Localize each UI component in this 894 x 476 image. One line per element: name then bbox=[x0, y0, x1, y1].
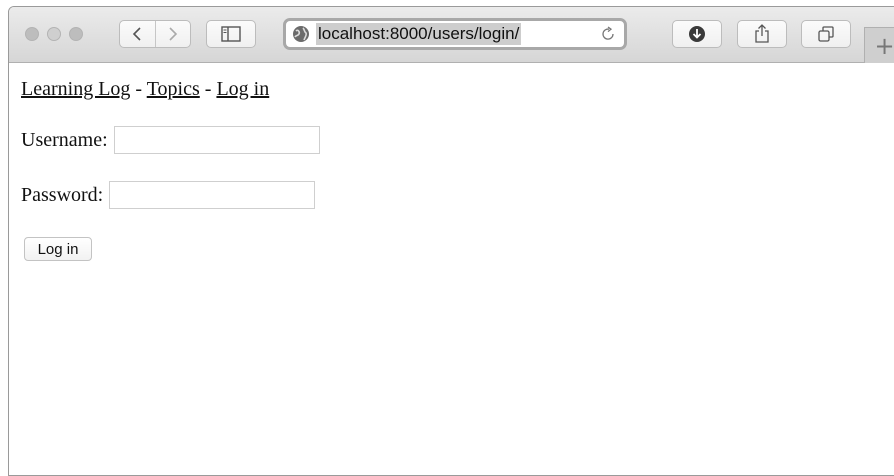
share-button[interactable] bbox=[737, 20, 787, 48]
url-text[interactable]: localhost:8000/users/login/ bbox=[316, 23, 522, 45]
username-row: Username: bbox=[21, 126, 320, 154]
show-tabs-button[interactable] bbox=[801, 20, 851, 48]
downloads-button[interactable] bbox=[672, 20, 722, 48]
username-label: Username: bbox=[21, 128, 108, 151]
minimize-window-button[interactable] bbox=[47, 27, 61, 41]
password-label: Password: bbox=[21, 183, 104, 206]
address-bar[interactable]: localhost:8000/users/login/ bbox=[283, 18, 627, 50]
globe-icon bbox=[293, 26, 309, 42]
close-window-button[interactable] bbox=[25, 27, 39, 41]
share-icon bbox=[755, 24, 769, 43]
reload-icon[interactable] bbox=[600, 26, 616, 42]
browser-toolbar: localhost:8000/users/login/ + bbox=[9, 7, 894, 63]
login-submit-button[interactable]: Log in bbox=[24, 237, 92, 261]
username-field[interactable] bbox=[113, 126, 320, 154]
forward-button[interactable] bbox=[154, 21, 191, 47]
zoom-window-button[interactable] bbox=[69, 27, 83, 41]
browser-window: localhost:8000/users/login/ + Learning L… bbox=[8, 6, 894, 476]
download-icon bbox=[689, 26, 705, 42]
back-button[interactable] bbox=[120, 21, 155, 47]
sidebar-button[interactable] bbox=[206, 20, 256, 48]
nav-separator: - bbox=[199, 78, 217, 100]
sidebar-icon bbox=[221, 26, 241, 42]
history-nav bbox=[119, 20, 191, 48]
new-tab-button[interactable]: + bbox=[864, 27, 894, 63]
topics-link[interactable]: Topics bbox=[147, 78, 200, 100]
back-icon bbox=[133, 27, 141, 41]
login-link[interactable]: Log in bbox=[216, 78, 269, 100]
nav-separator: - bbox=[130, 78, 147, 100]
home-link[interactable]: Learning Log bbox=[21, 78, 130, 100]
site-nav: Learning Log - Topics - Log in bbox=[21, 78, 269, 101]
forward-icon bbox=[169, 27, 177, 41]
tabs-icon bbox=[818, 26, 834, 42]
password-row: Password: bbox=[21, 181, 316, 209]
password-field[interactable] bbox=[109, 181, 316, 209]
